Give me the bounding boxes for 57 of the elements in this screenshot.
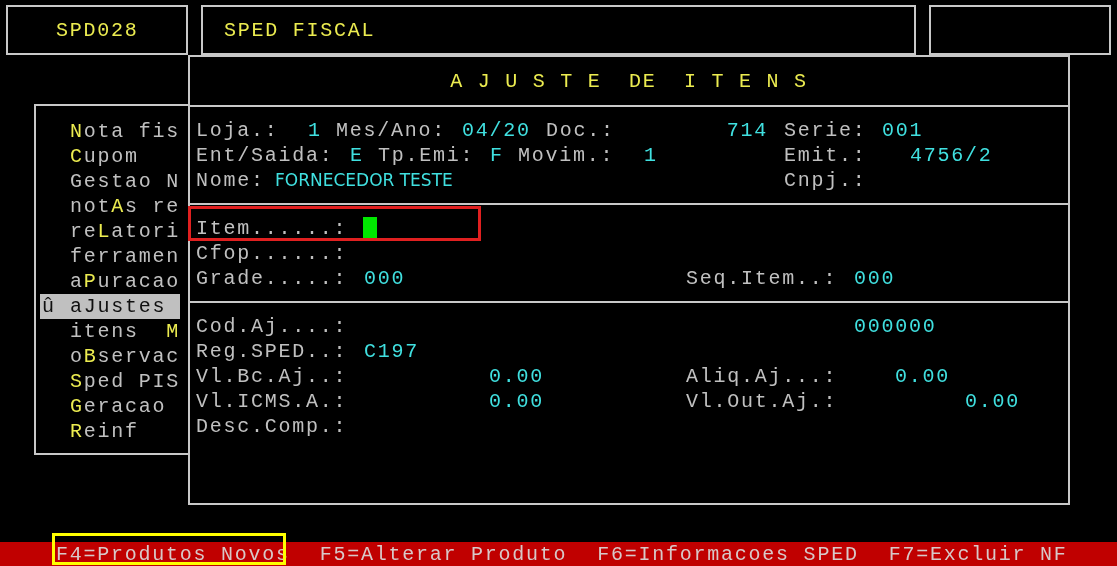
field-label: Seq.Item..:: [686, 266, 839, 291]
field-label: Serie:: [784, 118, 868, 143]
function-key[interactable]: F7=Excluir NF: [888, 542, 1068, 566]
menu-item[interactable]: Sped PIS: [40, 369, 180, 394]
field-label: Nome:: [196, 168, 266, 193]
field-value: 000000: [854, 314, 937, 339]
function-key[interactable]: F6=Informacoes SPED: [597, 542, 859, 566]
menu-item[interactable]: Geracao: [40, 394, 180, 419]
menu-item[interactable]: oBservac: [40, 344, 180, 369]
menu-item[interactable]: notAs re: [40, 194, 180, 219]
field-label: Ent/Saida:: [196, 143, 335, 168]
field-label: Doc.:: [546, 118, 616, 143]
field-label: Cfop......:: [196, 241, 348, 266]
menu-item[interactable]: aPuracao: [40, 269, 180, 294]
menu-item[interactable]: Cupom: [40, 144, 180, 169]
field-label: Item......:: [196, 216, 349, 241]
menu-item[interactable]: Nota fis: [40, 119, 180, 144]
menu-item[interactable]: Reinf: [40, 419, 180, 444]
field-label: Vl.ICMS.A.:: [196, 389, 349, 414]
field-value: 0.00: [894, 364, 950, 389]
menu-item[interactable]: itens M: [40, 319, 180, 344]
field-label: Vl.Out.Aj.:: [686, 389, 839, 414]
field-value: 1: [308, 118, 323, 143]
field-value: 04/20: [462, 118, 532, 143]
field-value: 0.00: [488, 364, 544, 389]
field-value: 000: [364, 266, 407, 291]
field-label: Movim.:: [518, 143, 616, 168]
field-label: Reg.SPED..:: [196, 339, 349, 364]
program-code: SPD028: [56, 18, 139, 42]
menu-item[interactable]: û aJ ustes: [40, 294, 180, 319]
field-label: Tp.Emi:: [378, 143, 476, 168]
field-value: 000: [854, 266, 896, 291]
field-label: Mes/Ano:: [336, 118, 447, 143]
field-label: Desc.Comp.:: [196, 414, 348, 439]
field-label: Grade.....:: [196, 266, 349, 291]
field-label: Cnpj.:: [784, 168, 867, 193]
field-label: Emit.:: [784, 143, 868, 168]
field-value: E: [350, 143, 365, 168]
field-label: Cod.Aj....:: [196, 314, 349, 339]
menu-item[interactable]: reLatori: [40, 219, 180, 244]
field-label: Aliq.Aj...:: [686, 364, 839, 389]
field-label: Vl.Bc.Aj..:: [196, 364, 349, 389]
menu-item[interactable]: ferramen: [40, 244, 180, 269]
field-value: 1: [644, 143, 659, 168]
field-value: C197: [364, 339, 419, 364]
field-value: 714: [725, 118, 768, 143]
field-value: 4756/2: [910, 143, 993, 168]
field-value: 0.00: [964, 389, 1020, 414]
field-value: 001: [882, 118, 924, 143]
field-label: Loja.:: [196, 118, 280, 143]
field-value: F: [490, 143, 505, 168]
function-key[interactable]: F5=Alterar Produto: [319, 542, 568, 566]
menu-item[interactable]: Gestao N: [40, 169, 180, 194]
field-value: 0.00: [488, 389, 544, 414]
dialog-title: A J U S T E DE I T E N S: [450, 69, 808, 93]
field-value: FORNECEDOR TESTE: [275, 169, 454, 192]
system-title: SPED FISCAL: [224, 18, 376, 42]
